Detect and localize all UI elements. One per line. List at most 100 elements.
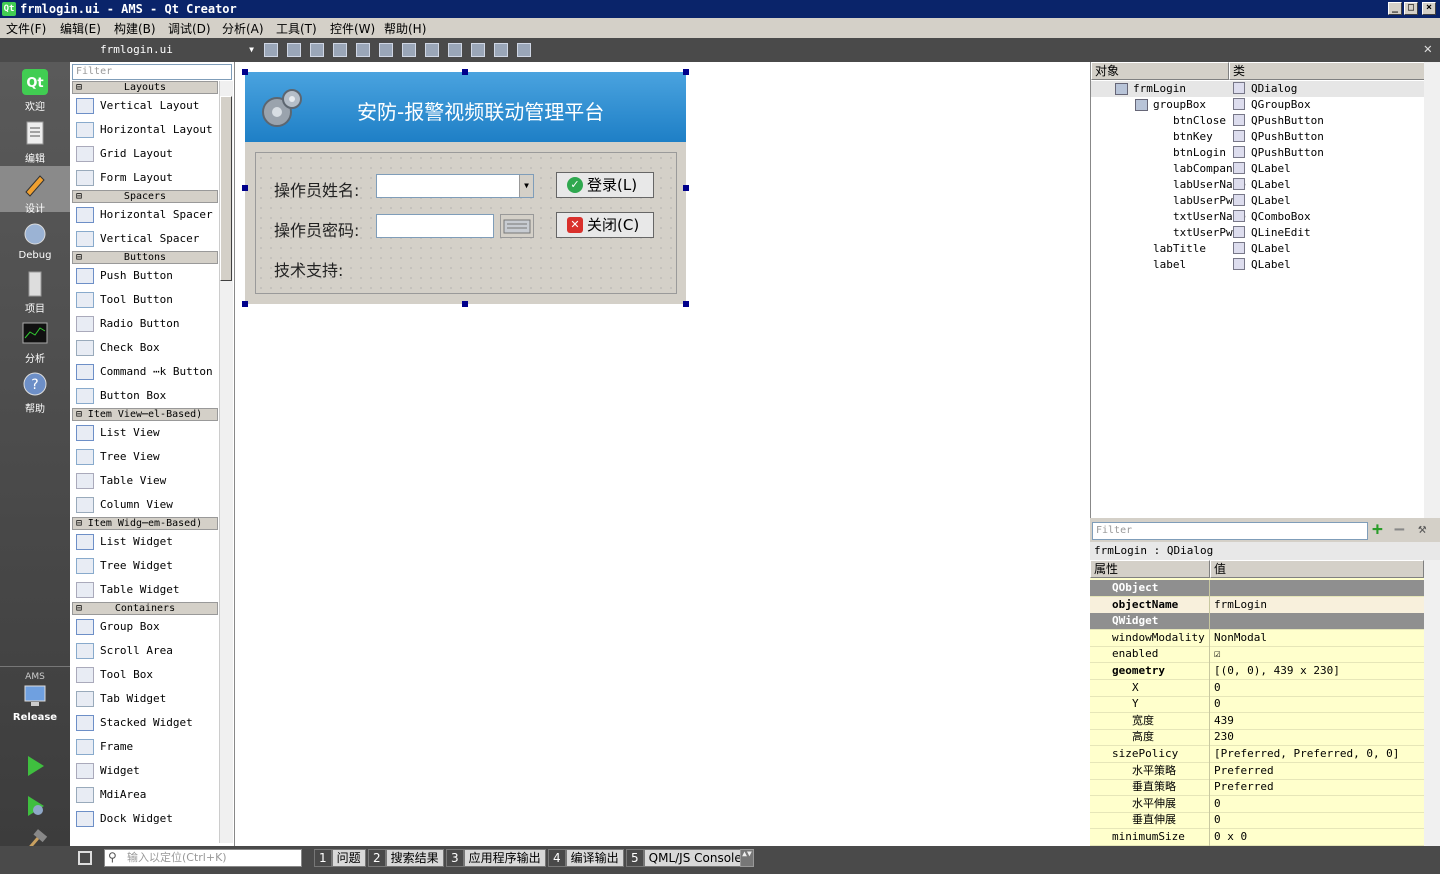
widget-item[interactable]: Command ⋯k Button <box>70 360 218 384</box>
close-document-icon[interactable]: ✕ <box>1424 41 1432 57</box>
close-button[interactable]: ✕ 关闭(C) <box>556 212 654 238</box>
widget-category-header[interactable]: ⊟ Spacers <box>72 190 218 203</box>
layout-splitter-h-icon[interactable] <box>402 43 416 57</box>
remove-property-icon[interactable]: − <box>1394 519 1405 540</box>
object-tree-row[interactable]: labUserPwd QLabel <box>1091 193 1425 209</box>
widget-item[interactable]: Group Box <box>70 615 218 639</box>
property-row[interactable]: 水平伸展 0 <box>1090 795 1424 813</box>
property-value[interactable]: 0 <box>1214 696 1221 712</box>
menu-help[interactable]: 帮助(H) <box>384 20 426 37</box>
password-field[interactable] <box>376 214 494 238</box>
edit-widgets-icon[interactable] <box>264 43 278 57</box>
property-value[interactable]: ☑ <box>1214 646 1221 662</box>
maximize-button[interactable]: □ <box>1404 2 1418 15</box>
widget-item[interactable]: Push Button <box>70 264 218 288</box>
pane-scroll-icon[interactable]: ▲▼ <box>740 849 754 867</box>
widget-item[interactable]: List View <box>70 421 218 445</box>
object-tree-row[interactable]: labTitle QLabel <box>1091 241 1425 257</box>
widget-category-header[interactable]: ⊟ Item View⋯el-Based) <box>72 408 218 421</box>
property-value[interactable]: 0 <box>1214 796 1221 812</box>
object-tree-row[interactable]: txtUserPwd QLineEdit <box>1091 225 1425 241</box>
selection-handle[interactable] <box>462 301 468 307</box>
property-value[interactable]: 439 <box>1214 713 1234 729</box>
property-value[interactable]: [Preferred, Preferred, 0, 0] <box>1214 746 1399 762</box>
menu-build[interactable]: 构建(B) <box>114 20 156 37</box>
locator-input[interactable]: 输入以定位(Ctrl+K) <box>104 849 302 867</box>
layout-horizontal-icon[interactable] <box>356 43 370 57</box>
value-column-header[interactable]: 值 <box>1210 560 1424 578</box>
collapse-icon[interactable]: ⊟ <box>76 518 82 529</box>
property-section[interactable]: QObject <box>1090 580 1424 597</box>
wrench-icon[interactable]: ⚒ <box>1418 521 1426 537</box>
property-filter-input[interactable]: Filter <box>1092 522 1368 540</box>
property-value[interactable]: Preferred <box>1214 763 1274 779</box>
selection-handle[interactable] <box>683 69 689 75</box>
property-row[interactable]: Y0 <box>1090 696 1424 714</box>
property-editor-scrollbar[interactable] <box>1424 560 1440 846</box>
widget-filter-input[interactable]: Filter <box>72 64 232 80</box>
menu-tools[interactable]: 工具(T) <box>276 20 317 37</box>
widget-item[interactable]: Radio Button <box>70 312 218 336</box>
property-value[interactable]: Preferred <box>1214 779 1274 795</box>
kit-selector[interactable]: AMS Release <box>0 672 70 723</box>
widget-item[interactable]: Widget <box>70 759 218 783</box>
layout-vertical-icon[interactable] <box>379 43 393 57</box>
widget-item[interactable]: Tree View <box>70 445 218 469</box>
widget-item[interactable]: Vertical Layout <box>70 94 218 118</box>
menu-file[interactable]: 文件(F) <box>6 20 46 37</box>
widget-item[interactable]: Tool Button <box>70 288 218 312</box>
object-tree-row[interactable]: groupBox QGroupBox <box>1091 97 1425 113</box>
selection-handle[interactable] <box>242 185 248 191</box>
debug-run-button[interactable] <box>0 792 70 822</box>
widget-item[interactable]: Scroll Area <box>70 639 218 663</box>
chevron-down-icon[interactable]: ▼ <box>519 175 533 197</box>
output-pane-button[interactable]: 2 搜索结果 <box>368 849 444 867</box>
widget-item[interactable]: Table Widget <box>70 578 218 602</box>
widget-item[interactable]: Dock Widget <box>70 807 218 831</box>
widget-item[interactable]: Stacked Widget <box>70 711 218 735</box>
adjust-size-icon[interactable] <box>517 43 531 57</box>
object-tree-row[interactable]: labCompany QLabel <box>1091 161 1425 177</box>
menu-widgets[interactable]: 控件(W) <box>330 20 375 37</box>
object-tree-row[interactable]: btnKey QPushButton <box>1091 129 1425 145</box>
output-pane-button[interactable]: 1 问题 <box>314 849 366 867</box>
break-layout-icon[interactable] <box>494 43 508 57</box>
widget-item[interactable]: Frame <box>70 735 218 759</box>
collapse-icon[interactable]: ⊟ <box>76 603 82 614</box>
property-row[interactable]: 垂直策略 Preferred <box>1090 779 1424 797</box>
edit-signals-icon[interactable] <box>287 43 301 57</box>
collapse-icon[interactable]: ⊟ <box>76 82 82 93</box>
widget-item[interactable]: Vertical Spacer <box>70 227 218 251</box>
property-row[interactable]: 水平策略 Preferred <box>1090 762 1424 780</box>
edit-tab-order-icon[interactable] <box>333 43 347 57</box>
widget-item[interactable]: MdiArea <box>70 783 218 807</box>
username-combo[interactable]: ▼ <box>376 174 534 198</box>
layout-grid-icon[interactable] <box>448 43 462 57</box>
add-property-icon[interactable]: + <box>1372 519 1383 540</box>
output-pane-button[interactable]: 3 应用程序输出 <box>446 849 546 867</box>
widget-item[interactable]: List Widget <box>70 530 218 554</box>
widget-item[interactable]: Column View <box>70 493 218 517</box>
property-row[interactable]: objectName frmLogin <box>1090 596 1424 614</box>
selection-handle[interactable] <box>683 301 689 307</box>
property-value[interactable]: 230 <box>1214 729 1234 745</box>
widget-item[interactable]: Button Box <box>70 384 218 408</box>
mode-analyze[interactable]: 分析 <box>0 320 70 365</box>
widget-category-header[interactable]: ⊟ Item Widg⋯em-Based) <box>72 517 218 530</box>
selection-handle[interactable] <box>462 69 468 75</box>
output-pane-button[interactable]: 5 QML/JS Console <box>626 849 747 867</box>
widget-item[interactable]: Horizontal Layout <box>70 118 218 142</box>
property-row[interactable]: X0 <box>1090 679 1424 697</box>
widget-category-header[interactable]: ⊟ Containers <box>72 602 218 615</box>
layout-form-icon[interactable] <box>471 43 485 57</box>
menu-analyze[interactable]: 分析(A) <box>222 20 264 37</box>
widget-item[interactable]: Check Box <box>70 336 218 360</box>
property-section[interactable]: QWidget <box>1090 613 1424 631</box>
mode-debug[interactable]: Debug <box>0 220 70 261</box>
property-value[interactable]: [(0, 0), 439 x 230] <box>1214 663 1340 679</box>
menu-edit[interactable]: 编辑(E) <box>60 20 101 37</box>
object-tree-row[interactable]: btnClose QPushButton <box>1091 113 1425 129</box>
property-value[interactable]: 0 <box>1214 812 1221 828</box>
property-row[interactable]: 高度 230 <box>1090 729 1424 747</box>
minimize-button[interactable]: _ <box>1388 2 1402 15</box>
